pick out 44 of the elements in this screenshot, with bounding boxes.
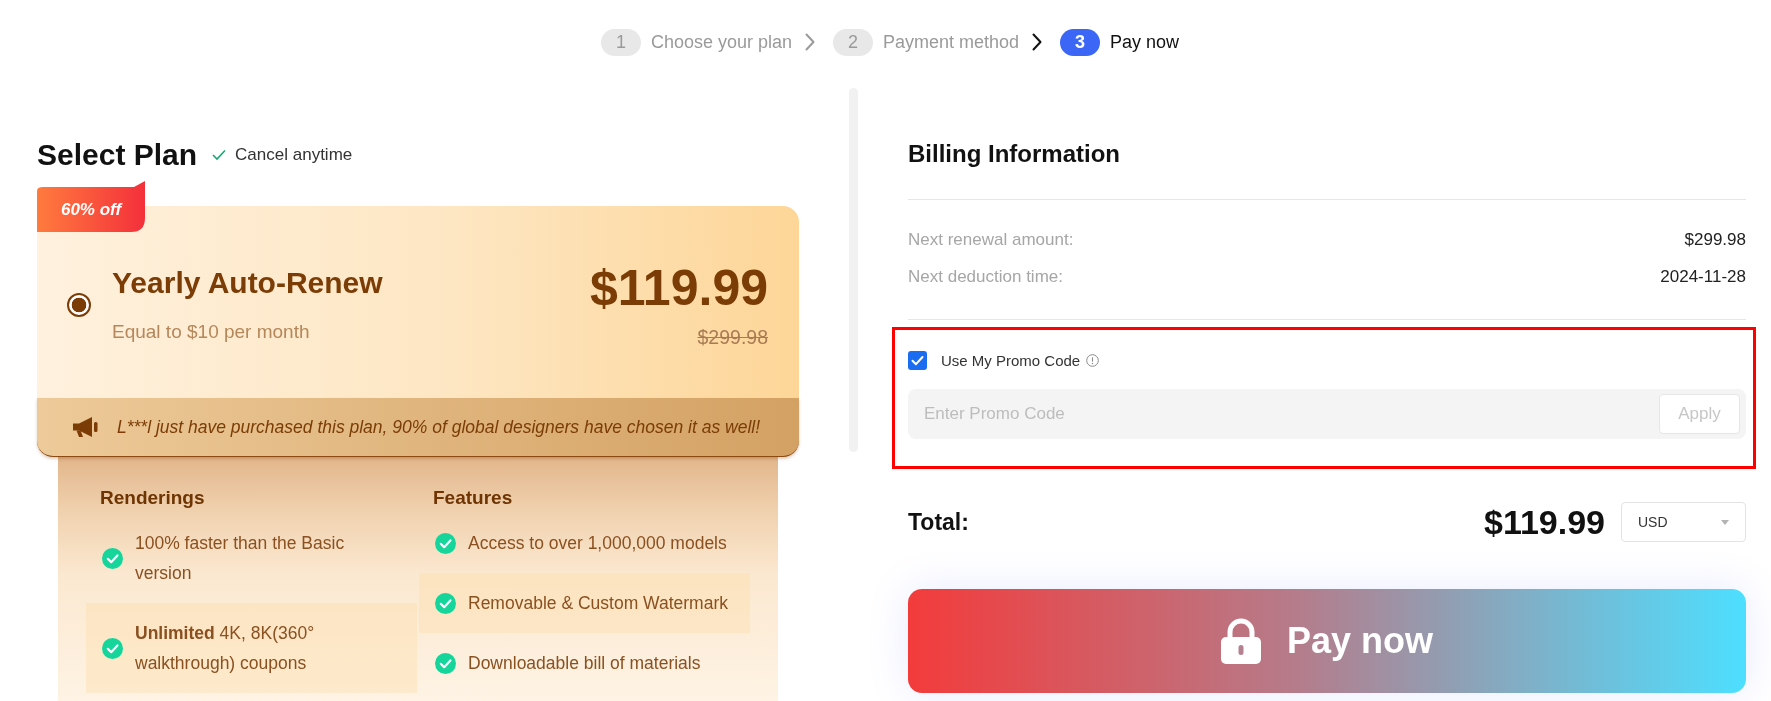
notice-text: L***l just have purchased this plan, 90% of global designers have chosen it as well! <box>117 416 761 438</box>
currency-select[interactable]: USD <box>1621 502 1746 542</box>
feature-text: 100% faster than the Basic version <box>135 532 346 585</box>
section-title: Billing Information <box>908 139 1121 169</box>
info-label: Next renewal amount: <box>908 229 1074 251</box>
check-circle-icon <box>102 637 123 659</box>
info-label: Next deduction time: <box>908 266 1063 288</box>
step-label: Pay now <box>1110 31 1180 54</box>
megaphone-icon <box>72 416 98 438</box>
chevron-icon <box>805 33 815 51</box>
feature-text: Downloadable bill of materials <box>468 652 701 675</box>
chevron-icon <box>1032 33 1043 51</box>
column-heading: Features <box>432 486 514 510</box>
plan-price: $119.99 <box>590 260 768 316</box>
radio-button[interactable] <box>67 292 91 317</box>
plan-subtitle: Equal to $10 per month <box>112 320 311 344</box>
check-circle-icon <box>435 532 456 554</box>
checkbox[interactable] <box>908 350 927 370</box>
feature-text: Removable & Custom Watermark <box>468 592 728 615</box>
section-title: Select Plan <box>37 138 198 172</box>
step-label: Choose your plan <box>650 31 792 54</box>
check-circle-icon <box>102 547 123 569</box>
step-number: 3 <box>1060 28 1101 56</box>
info-value: 2024-11-28 <box>1660 266 1746 288</box>
lock-icon <box>1220 618 1261 664</box>
note-text: Cancel anytime <box>235 145 353 165</box>
step-number: 2 <box>833 28 873 56</box>
step-label: Payment method <box>883 31 1020 54</box>
info-icon <box>1086 353 1100 367</box>
original-price: $299.98 <box>696 325 768 349</box>
caret-icon <box>1721 519 1729 525</box>
feature-text: Unlimited 4K, 8K(360° walkthrough) coupons <box>135 622 316 675</box>
checkbox-label[interactable]: Use My Promo Code <box>941 351 1081 369</box>
check-icon <box>212 149 227 161</box>
check-circle-icon <box>435 652 456 674</box>
total-label: Total: <box>908 508 969 536</box>
step-number: 1 <box>600 28 641 56</box>
column-heading: Renderings <box>99 486 206 510</box>
feature-text: Access to over 1,000,000 models <box>468 532 727 555</box>
total-amount: $119.99 <box>1483 502 1605 542</box>
check-circle-icon <box>435 592 456 614</box>
plan-name: Yearly Auto-Renew <box>112 265 384 301</box>
info-value: $299.98 <box>1684 229 1746 251</box>
discount-badge: 60% off <box>37 181 145 232</box>
